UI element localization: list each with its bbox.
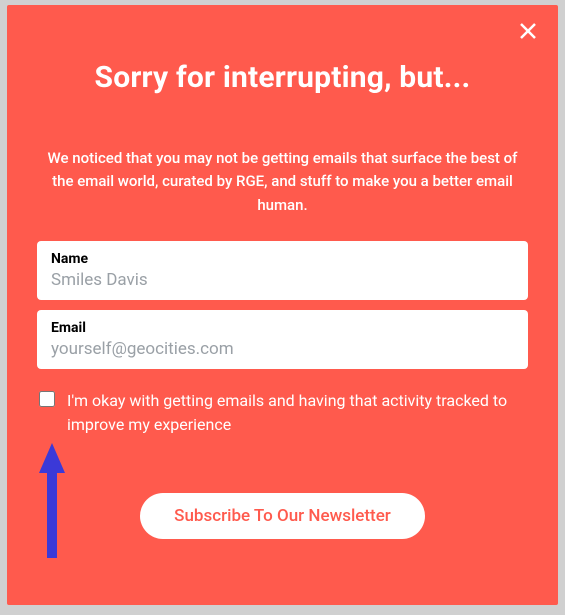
modal-subtitle: We noticed that you may not be getting e… xyxy=(37,147,528,217)
consent-row: I'm okay with getting emails and having … xyxy=(37,389,528,437)
email-field-wrapper: Email xyxy=(37,310,528,369)
email-label: Email xyxy=(51,320,514,336)
email-input[interactable] xyxy=(51,339,514,359)
close-icon xyxy=(519,22,537,40)
close-button[interactable] xyxy=(516,19,540,43)
name-field-wrapper: Name xyxy=(37,241,528,300)
name-label: Name xyxy=(51,251,514,267)
submit-wrapper: Subscribe To Our Newsletter xyxy=(37,493,528,539)
consent-checkbox[interactable] xyxy=(39,391,55,407)
modal-title: Sorry for interrupting, but... xyxy=(37,60,528,95)
subscribe-form: Name Email I'm okay with getting emails … xyxy=(37,241,528,539)
subscribe-button[interactable]: Subscribe To Our Newsletter xyxy=(140,493,425,539)
consent-text: I'm okay with getting emails and having … xyxy=(67,389,526,437)
name-input[interactable] xyxy=(51,270,514,290)
newsletter-modal: Sorry for interrupting, but... We notice… xyxy=(7,5,558,605)
